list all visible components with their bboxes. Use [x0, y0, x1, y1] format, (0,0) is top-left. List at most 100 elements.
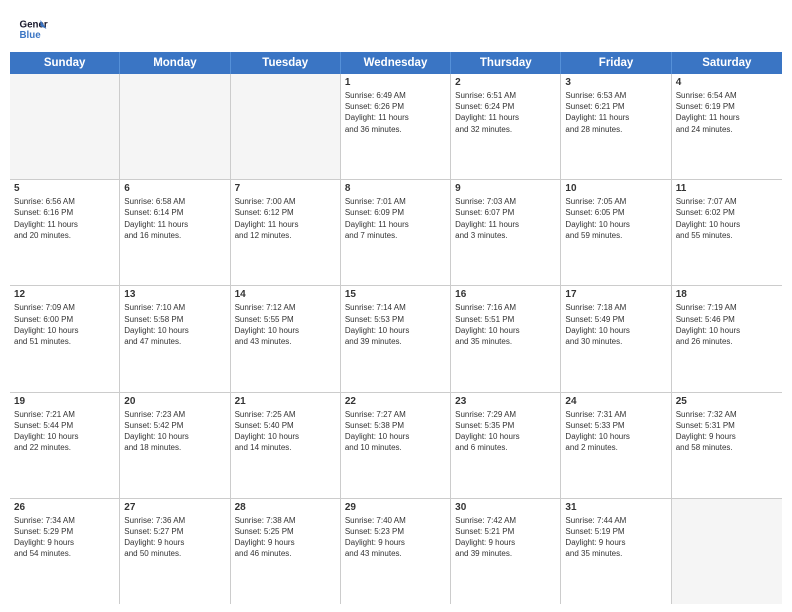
cell-info-line: Sunset: 5:42 PM — [124, 420, 225, 431]
cell-info-line: Sunrise: 7:42 AM — [455, 515, 556, 526]
cell-info-line: Daylight: 10 hours — [455, 325, 556, 336]
empty-cell — [120, 74, 230, 179]
cell-info-line: Sunset: 6:24 PM — [455, 101, 556, 112]
page: General Blue SundayMondayTuesdayWednesda… — [0, 0, 792, 612]
cell-info-line: Sunset: 5:29 PM — [14, 526, 115, 537]
day-cell-27: 27Sunrise: 7:36 AMSunset: 5:27 PMDayligh… — [120, 499, 230, 604]
day-number: 11 — [676, 183, 778, 194]
svg-text:Blue: Blue — [20, 30, 42, 41]
cell-info-line: Sunset: 5:21 PM — [455, 526, 556, 537]
logo-icon: General Blue — [18, 14, 48, 44]
empty-cell — [10, 74, 120, 179]
cell-info-line: Daylight: 11 hours — [14, 219, 115, 230]
cell-info-line: and 59 minutes. — [565, 230, 666, 241]
day-number: 1 — [345, 77, 446, 88]
day-cell-6: 6Sunrise: 6:58 AMSunset: 6:14 PMDaylight… — [120, 180, 230, 285]
cell-info-line: Sunrise: 6:54 AM — [676, 90, 778, 101]
cell-info-line: Daylight: 10 hours — [14, 431, 115, 442]
cell-info-line: Sunrise: 7:23 AM — [124, 409, 225, 420]
day-number: 16 — [455, 289, 556, 300]
day-cell-22: 22Sunrise: 7:27 AMSunset: 5:38 PMDayligh… — [341, 393, 451, 498]
cell-info-line: Daylight: 9 hours — [14, 537, 115, 548]
day-number: 25 — [676, 396, 778, 407]
cell-info-line: Sunrise: 6:56 AM — [14, 196, 115, 207]
cell-info-line: Sunset: 5:31 PM — [676, 420, 778, 431]
day-cell-4: 4Sunrise: 6:54 AMSunset: 6:19 PMDaylight… — [672, 74, 782, 179]
day-number: 8 — [345, 183, 446, 194]
cell-info-line: and 3 minutes. — [455, 230, 556, 241]
day-cell-30: 30Sunrise: 7:42 AMSunset: 5:21 PMDayligh… — [451, 499, 561, 604]
logo: General Blue — [18, 14, 48, 44]
cell-info-line: Daylight: 10 hours — [124, 431, 225, 442]
day-cell-2: 2Sunrise: 6:51 AMSunset: 6:24 PMDaylight… — [451, 74, 561, 179]
cell-info-line: Sunset: 5:38 PM — [345, 420, 446, 431]
day-number: 3 — [565, 77, 666, 88]
day-cell-5: 5Sunrise: 6:56 AMSunset: 6:16 PMDaylight… — [10, 180, 120, 285]
cell-info-line: Sunrise: 6:53 AM — [565, 90, 666, 101]
cell-info-line: Sunset: 5:58 PM — [124, 314, 225, 325]
cell-info-line: and 50 minutes. — [124, 548, 225, 559]
calendar-header: SundayMondayTuesdayWednesdayThursdayFrid… — [10, 52, 782, 74]
cell-info-line: Daylight: 11 hours — [345, 112, 446, 123]
cell-info-line: Daylight: 10 hours — [235, 431, 336, 442]
cell-info-line: and 47 minutes. — [124, 336, 225, 347]
weekday-header-thursday: Thursday — [451, 52, 561, 74]
header: General Blue — [0, 0, 792, 52]
cell-info-line: Sunrise: 7:18 AM — [565, 302, 666, 313]
cell-info-line: Daylight: 9 hours — [565, 537, 666, 548]
cell-info-line: Sunrise: 7:25 AM — [235, 409, 336, 420]
cell-info-line: Daylight: 9 hours — [676, 431, 778, 442]
weekday-header-friday: Friday — [561, 52, 671, 74]
day-cell-11: 11Sunrise: 7:07 AMSunset: 6:02 PMDayligh… — [672, 180, 782, 285]
cell-info-line: Sunrise: 7:14 AM — [345, 302, 446, 313]
cell-info-line: Sunset: 5:46 PM — [676, 314, 778, 325]
cell-info-line: Sunrise: 7:00 AM — [235, 196, 336, 207]
cell-info-line: Daylight: 11 hours — [345, 219, 446, 230]
cell-info-line: Sunset: 5:55 PM — [235, 314, 336, 325]
cell-info-line: Daylight: 11 hours — [124, 219, 225, 230]
cell-info-line: and 20 minutes. — [14, 230, 115, 241]
day-number: 27 — [124, 502, 225, 513]
day-number: 19 — [14, 396, 115, 407]
day-number: 12 — [14, 289, 115, 300]
cell-info-line: Sunset: 6:05 PM — [565, 207, 666, 218]
day-number: 24 — [565, 396, 666, 407]
day-number: 14 — [235, 289, 336, 300]
cell-info-line: and 43 minutes. — [235, 336, 336, 347]
cell-info-line: and 16 minutes. — [124, 230, 225, 241]
cell-info-line: Daylight: 10 hours — [565, 219, 666, 230]
cell-info-line: Daylight: 10 hours — [676, 325, 778, 336]
cell-info-line: Daylight: 10 hours — [455, 431, 556, 442]
day-number: 17 — [565, 289, 666, 300]
cell-info-line: and 26 minutes. — [676, 336, 778, 347]
day-number: 22 — [345, 396, 446, 407]
cell-info-line: Daylight: 11 hours — [676, 112, 778, 123]
cell-info-line: and 46 minutes. — [235, 548, 336, 559]
cell-info-line: Sunrise: 7:01 AM — [345, 196, 446, 207]
cell-info-line: and 24 minutes. — [676, 124, 778, 135]
day-cell-25: 25Sunrise: 7:32 AMSunset: 5:31 PMDayligh… — [672, 393, 782, 498]
cell-info-line: Sunset: 5:35 PM — [455, 420, 556, 431]
empty-cell — [231, 74, 341, 179]
cell-info-line: and 22 minutes. — [14, 442, 115, 453]
cell-info-line: Sunrise: 7:12 AM — [235, 302, 336, 313]
calendar-row-0: 1Sunrise: 6:49 AMSunset: 6:26 PMDaylight… — [10, 74, 782, 180]
cell-info-line: Daylight: 10 hours — [565, 325, 666, 336]
cell-info-line: Daylight: 9 hours — [235, 537, 336, 548]
cell-info-line: Sunrise: 7:29 AM — [455, 409, 556, 420]
cell-info-line: and 12 minutes. — [235, 230, 336, 241]
cell-info-line: and 28 minutes. — [565, 124, 666, 135]
cell-info-line: Sunrise: 7:05 AM — [565, 196, 666, 207]
day-cell-16: 16Sunrise: 7:16 AMSunset: 5:51 PMDayligh… — [451, 286, 561, 391]
cell-info-line: and 55 minutes. — [676, 230, 778, 241]
day-number: 18 — [676, 289, 778, 300]
day-number: 6 — [124, 183, 225, 194]
day-number: 13 — [124, 289, 225, 300]
cell-info-line: and 35 minutes. — [455, 336, 556, 347]
day-number: 7 — [235, 183, 336, 194]
cell-info-line: and 6 minutes. — [455, 442, 556, 453]
day-number: 31 — [565, 502, 666, 513]
cell-info-line: and 10 minutes. — [345, 442, 446, 453]
day-cell-1: 1Sunrise: 6:49 AMSunset: 6:26 PMDaylight… — [341, 74, 451, 179]
cell-info-line: Sunrise: 7:38 AM — [235, 515, 336, 526]
